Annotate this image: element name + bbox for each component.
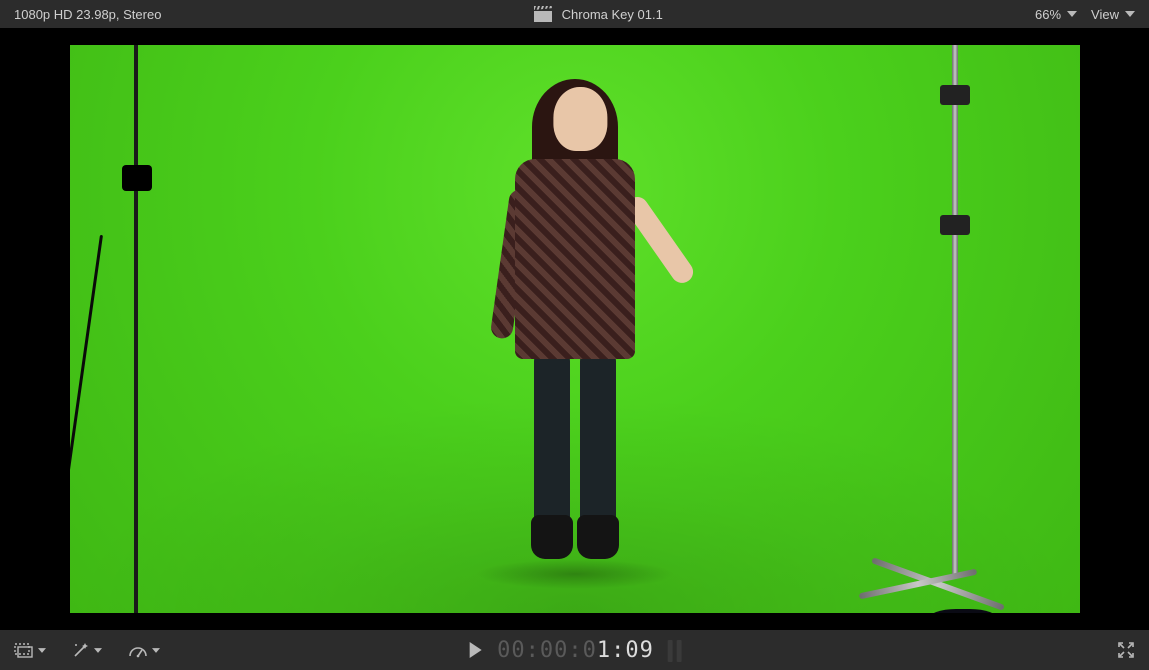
timecode-dim: 00:00:0 <box>497 638 597 663</box>
chevron-down-icon <box>152 648 160 653</box>
viewer-area <box>0 28 1149 630</box>
c-stand-right <box>858 45 1018 613</box>
chevron-down-icon <box>94 648 102 653</box>
view-menu[interactable]: View <box>1091 7 1135 22</box>
format-label: 1080p HD 23.98p, Stereo <box>14 7 161 22</box>
fullscreen-button[interactable] <box>1117 641 1135 659</box>
viewer-bottombar: 00:00:01:09 <box>0 630 1149 670</box>
viewer-window: 1080p HD 23.98p, Stereo Chroma Key 01.1 … <box>0 0 1149 670</box>
zoom-menu[interactable]: 66% <box>1035 7 1077 22</box>
clapperboard-icon <box>534 6 552 22</box>
c-stand-left <box>120 45 160 613</box>
transform-menu[interactable] <box>14 642 46 658</box>
timecode-display[interactable]: 00:00:01:09 <box>497 638 654 663</box>
chevron-down-icon <box>1125 11 1135 17</box>
audio-meters[interactable] <box>668 638 682 662</box>
view-label: View <box>1091 7 1119 22</box>
title-area: Chroma Key 01.1 <box>161 6 1035 22</box>
transport-controls: 00:00:01:09 <box>467 638 682 663</box>
audio-meter-bar <box>677 640 682 662</box>
transform-crop-icon <box>14 642 34 658</box>
play-button[interactable] <box>467 641 483 659</box>
speedometer-icon <box>128 642 148 658</box>
project-title: Chroma Key 01.1 <box>562 7 663 22</box>
zoom-label: 66% <box>1035 7 1061 22</box>
retime-menu[interactable] <box>128 642 160 658</box>
timecode-bright: 1:09 <box>597 638 654 663</box>
viewer-topbar: 1080p HD 23.98p, Stereo Chroma Key 01.1 … <box>0 0 1149 28</box>
audio-meter-bar <box>668 640 673 662</box>
enhance-menu[interactable] <box>72 641 102 659</box>
magic-wand-icon <box>72 641 90 659</box>
chevron-down-icon <box>1067 11 1077 17</box>
viewer-canvas[interactable] <box>70 45 1080 613</box>
chevron-down-icon <box>38 648 46 653</box>
subject-person <box>490 79 660 599</box>
